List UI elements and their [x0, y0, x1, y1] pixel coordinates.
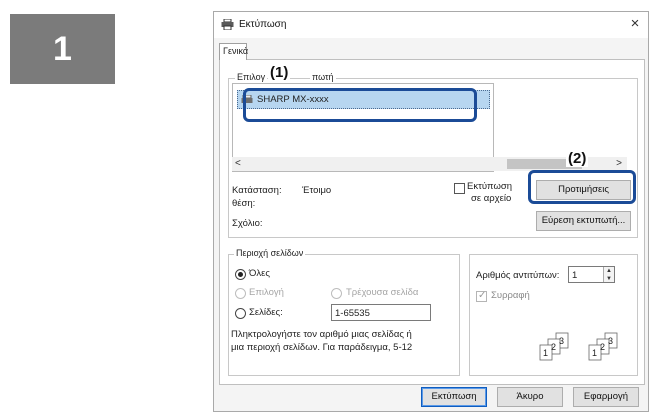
title-bar: Εκτύπωση × — [214, 12, 648, 38]
callout-2-label: (2) — [566, 150, 589, 167]
copies-count-label: Αριθμός αντιτύπων: — [476, 270, 560, 281]
pages-radio[interactable] — [235, 308, 246, 319]
tab-general[interactable]: Γενικά — [219, 43, 248, 60]
collate-set-b-page-1: 1 — [592, 348, 597, 358]
collate-icon: 3 2 1 — [539, 332, 569, 361]
pages-label: Σελίδες: — [249, 307, 283, 318]
apply-button[interactable]: Εφαρμογή — [573, 387, 639, 407]
dialog-title: Εκτύπωση — [239, 19, 287, 30]
current-page-radio[interactable] — [331, 288, 342, 299]
page-range-help-text: Πληκτρολογήστε τον αριθμό μιας σελίδας ή… — [231, 328, 446, 354]
selection-label: Επιλογή — [249, 287, 284, 298]
collate-set-a-page-1: 1 — [543, 348, 548, 358]
select-printer-label-end: πωτή — [310, 72, 336, 82]
help-text-line2: μια περιοχή σελίδων. Για παράδειγμα, 5-1… — [231, 342, 413, 353]
dialog-button-bar: Εκτύπωση Άκυρο Εφαρμογή — [214, 385, 648, 413]
scroll-right-icon[interactable]: > — [616, 158, 622, 169]
pages-input[interactable]: 1-65535 — [331, 304, 431, 321]
status-value: Έτοιμο — [302, 185, 332, 196]
collate-icon: 3 2 1 — [588, 332, 618, 361]
page-range-label: Περιοχή σελίδων — [234, 248, 306, 258]
print-to-file-checkbox[interactable] — [454, 183, 465, 194]
callout-preferences — [528, 170, 636, 204]
collate-set-b-page-3: 3 — [608, 336, 613, 346]
comment-label: Σχόλιο: — [232, 218, 263, 229]
check-icon: ✓ — [478, 290, 487, 301]
all-pages-label: Όλες — [249, 268, 270, 279]
copies-count-input[interactable]: 1 ▲ ▼ — [568, 266, 615, 283]
print-button[interactable]: Εκτύπωση — [421, 387, 487, 407]
status-label: Κατάσταση: — [232, 185, 282, 196]
cancel-button[interactable]: Άκυρο — [497, 387, 563, 407]
spin-icon[interactable]: ▲ ▼ — [603, 267, 614, 282]
find-printer-button[interactable]: Εύρεση εκτυπωτή... — [536, 211, 631, 231]
collate-checkbox[interactable]: ✓ — [476, 290, 487, 302]
print-to-file-label-line2: σε αρχείο — [471, 193, 512, 204]
collate-label: Συρραφή — [491, 290, 530, 301]
collate-set-b-page-2: 2 — [600, 342, 605, 352]
selection-radio[interactable] — [235, 288, 246, 299]
select-printer-label-start: Επιλογ — [235, 72, 268, 82]
help-text-line1: Πληκτρολογήστε τον αριθμό μιας σελίδας ή — [231, 329, 412, 340]
collate-set-a-page-3: 3 — [559, 336, 564, 346]
collate-set-a-page-2: 2 — [551, 342, 556, 352]
current-page-label: Τρέχουσα σελίδα — [346, 287, 419, 298]
step-number-badge: 1 — [10, 14, 115, 84]
scroll-left-icon[interactable]: < — [235, 158, 241, 169]
callout-printer-selection — [243, 88, 477, 122]
copies-count-value: 1 — [572, 270, 578, 281]
print-to-file-label-line1: Εκτύπωση — [467, 181, 513, 192]
callout-1-label: (1) — [268, 64, 291, 81]
location-label: θέση: — [232, 198, 256, 209]
printer-icon — [221, 19, 234, 30]
close-icon[interactable]: × — [626, 15, 644, 33]
all-pages-radio[interactable] — [235, 269, 246, 280]
